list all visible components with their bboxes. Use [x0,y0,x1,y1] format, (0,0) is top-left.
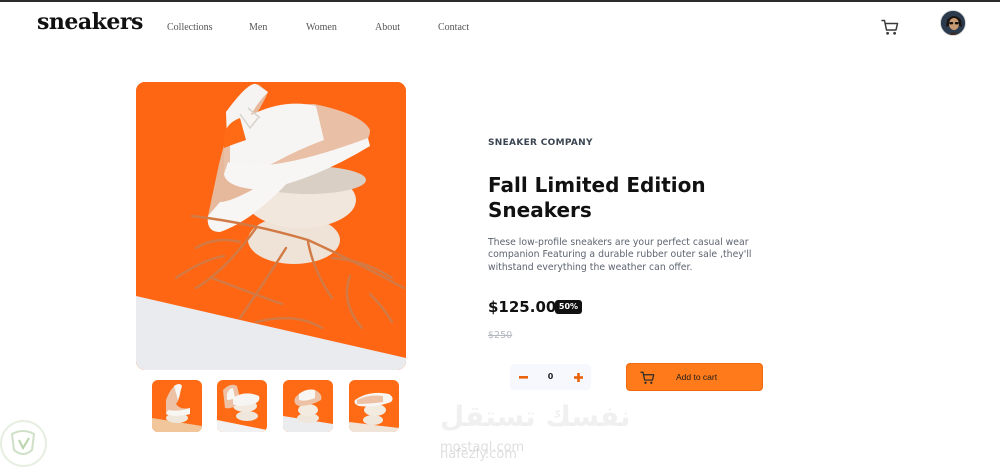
thumbnail-2[interactable] [217,380,267,432]
original-price: $250 [488,330,513,341]
quantity-value: 0 [547,372,554,381]
cart-icon[interactable] [881,19,899,36]
add-to-cart-label: Add to cart [676,372,718,382]
product-description: These low-profile sneakers are your perf… [488,237,752,273]
watermark-logo [0,420,47,467]
product-main-image[interactable] [136,82,406,370]
add-to-cart-button[interactable]: Add to cart [626,363,763,391]
increase-quantity-button[interactable] [565,364,591,390]
decrease-quantity-button[interactable] [510,364,536,390]
nav-men[interactable]: Men [249,22,267,33]
plus-icon [573,372,583,382]
current-price: $125.00 [488,298,557,316]
product-title: Fall Limited Edition Sneakers [488,173,706,222]
nav-women[interactable]: Women [306,22,337,33]
thumbnail-4[interactable] [349,380,399,432]
top-border [0,0,1000,2]
watermark-site-nafezly: nafezly.com [440,447,517,462]
cart-icon [640,371,655,384]
nav-about[interactable]: About [375,22,400,33]
discount-badge: 50% [555,300,582,314]
nav-contact[interactable]: Contact [438,22,469,33]
site-logo[interactable]: sneakers [37,9,143,35]
quantity-stepper: 0 [510,364,591,390]
thumbnail-3[interactable] [283,380,333,432]
watermark-text: نفسك تستقل [440,400,632,433]
nav-collections[interactable]: Collections [167,22,213,33]
minus-icon [518,375,528,379]
thumbnail-1[interactable] [152,380,202,432]
company-label: SNEAKER COMPANY [488,138,593,148]
user-avatar[interactable] [940,10,966,36]
